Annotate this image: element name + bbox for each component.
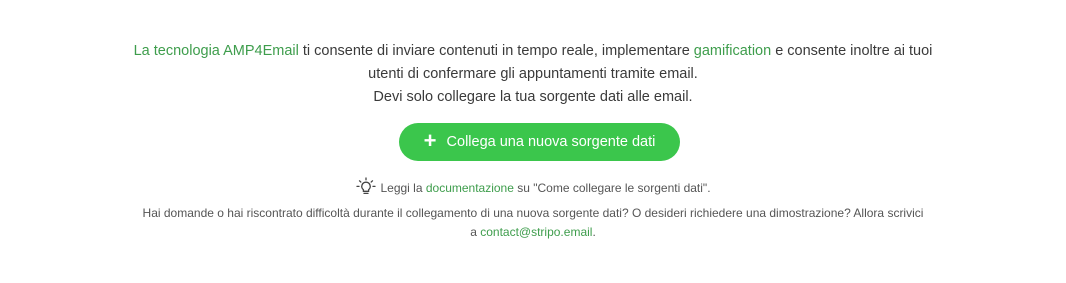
help-line-1: Leggi la documentazione su "Come collega… xyxy=(0,177,1066,204)
intro-line-1: La tecnologia AMP4Email ti consente di i… xyxy=(0,40,1066,63)
intro-line-3: Devi solo collegare la tua sorgente dati… xyxy=(373,89,693,105)
documentation-link[interactable]: documentazione xyxy=(426,181,514,195)
intro-text: La tecnologia AMP4Email ti consente di i… xyxy=(0,40,1066,109)
intro-line-2: utenti di confermare gli appuntamenti tr… xyxy=(368,66,698,82)
connect-new-data-source-button[interactable]: + Collega una nuova sorgente dati xyxy=(399,123,680,161)
gamification-link[interactable]: gamification xyxy=(694,43,771,59)
plus-icon: + xyxy=(423,128,437,153)
intro-text-part-1: ti consente di inviare contenuti in temp… xyxy=(298,43,694,59)
help-line-3-prefix: a xyxy=(470,225,481,239)
help-text: Leggi la documentazione su "Come collega… xyxy=(0,177,1066,243)
help-line-3-suffix: . xyxy=(592,225,596,239)
help-line-3: a contact@stripo.email. xyxy=(0,223,1066,243)
lightbulb-icon xyxy=(355,177,377,204)
data-source-empty-state: La tecnologia AMP4Email ti consente di i… xyxy=(0,0,1066,283)
contact-email-link[interactable]: contact@stripo.email xyxy=(480,225,592,239)
help-read-suffix: su "Come collegare le sorgenti dati". xyxy=(513,181,711,195)
amp4email-link[interactable]: La tecnologia AMP4Email xyxy=(134,43,299,59)
help-line-2: Hai domande o hai riscontrato difficoltà… xyxy=(142,205,924,220)
intro-text-part-2: e consente inoltre ai tuoi xyxy=(771,43,933,59)
help-read-prefix: Leggi la xyxy=(380,181,426,195)
connect-button-label: Collega una nuova sorgente dati xyxy=(446,134,656,150)
